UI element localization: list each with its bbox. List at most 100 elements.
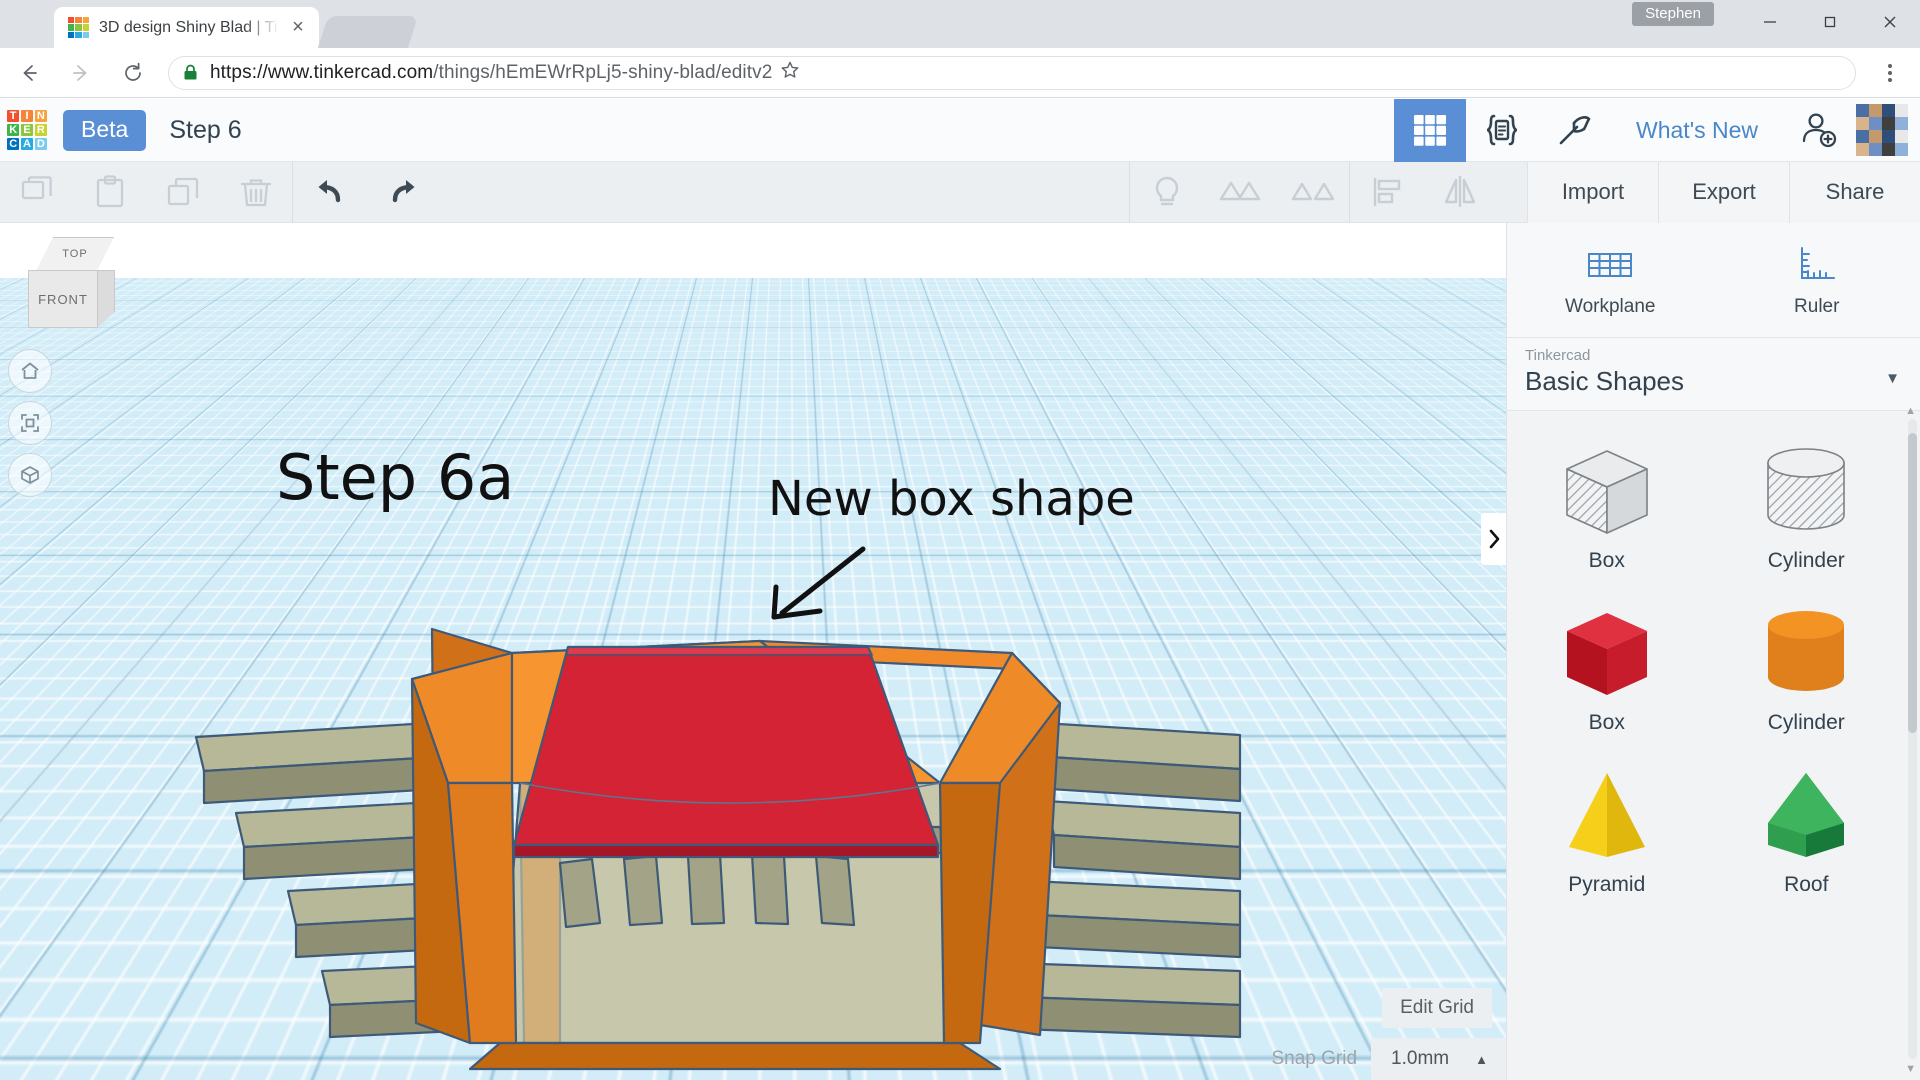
panel-collapse-tab[interactable]: [1481, 513, 1506, 565]
edit-tool-group: [0, 162, 292, 223]
logo-tile-a: A: [20, 137, 34, 150]
avatar-pixel: [1882, 130, 1895, 143]
shape-box-red[interactable]: Box: [1507, 585, 1707, 747]
group-button[interactable]: [1203, 162, 1276, 223]
undo-button[interactable]: [293, 162, 366, 223]
scrollbar-thumb[interactable]: [1908, 433, 1917, 733]
avatar[interactable]: [1852, 99, 1920, 162]
chevron-up-icon[interactable]: ▲: [1475, 1052, 1488, 1067]
app-header: TIN KER CAD Beta Step 6 What's New: [0, 98, 1920, 162]
annotation-arrow: [771, 546, 866, 620]
share-button[interactable]: Share: [1789, 161, 1920, 223]
shape-box-hole[interactable]: Box: [1507, 423, 1707, 585]
scroll-down-icon[interactable]: ▼: [1905, 1063, 1916, 1075]
roof-green-art: [1746, 765, 1866, 869]
reload-icon[interactable]: [110, 50, 156, 96]
align-tool-group: [1350, 162, 1496, 223]
shape-roof-label: Roof: [1784, 873, 1829, 896]
codeblocks-mode-button[interactable]: [1466, 99, 1538, 162]
model-3d[interactable]: [0, 223, 1506, 1080]
favicon-tile: [75, 24, 82, 31]
ruler-icon: [1800, 247, 1835, 279]
whats-new-link[interactable]: What's New: [1610, 117, 1784, 144]
align-button[interactable]: [1350, 162, 1423, 223]
view-cube[interactable]: TOP FRONT: [28, 237, 123, 329]
maximize-icon[interactable]: [1800, 0, 1860, 44]
avatar-pixel: [1856, 130, 1869, 143]
view-cube-top[interactable]: TOP: [36, 237, 114, 271]
mirror-button[interactable]: [1423, 162, 1496, 223]
shape-library-selector[interactable]: Tinkercad Basic Shapes ▼: [1507, 337, 1920, 411]
forward-icon[interactable]: [58, 50, 104, 96]
avatar-pixel: [1882, 143, 1895, 156]
ruler-tool-label: Ruler: [1794, 296, 1840, 317]
logo-tile-c: C: [7, 137, 20, 150]
annotation-new-box-label: New box shape: [768, 471, 1135, 527]
shape-pyramid[interactable]: Pyramid: [1507, 747, 1707, 909]
cylinder-orange-art: [1746, 603, 1866, 707]
shape-roof[interactable]: Roof: [1707, 747, 1907, 909]
logo-tile-t: T: [7, 110, 20, 123]
delete-button[interactable]: [219, 162, 292, 223]
design-viewport[interactable]: TOP FRONT Step 6a New box shape Edit Gri…: [0, 223, 1506, 1080]
avatar-pixel: [1869, 104, 1882, 117]
new-tab-button[interactable]: [317, 16, 419, 48]
panel-scrollbar[interactable]: ▲ ▼: [1905, 405, 1917, 1075]
tinker-mode-button[interactable]: [1538, 99, 1610, 162]
export-button[interactable]: Export: [1658, 161, 1789, 223]
add-person-icon[interactable]: [1784, 99, 1852, 162]
copy-button[interactable]: [0, 162, 73, 223]
avatar-pixel: [1856, 104, 1869, 117]
snap-grid-label: Snap Grid: [1271, 1048, 1358, 1069]
beta-badge: Beta: [63, 109, 147, 151]
view-cube-side[interactable]: [97, 270, 115, 328]
snap-grid-select[interactable]: 1.0mm ▲: [1371, 1038, 1506, 1080]
ortho-perspective-button[interactable]: [8, 453, 52, 497]
workplane-tool[interactable]: Workplane: [1507, 223, 1714, 337]
box-hole-art: [1547, 441, 1667, 545]
page-title[interactable]: Step 6: [169, 116, 241, 145]
ruler-tool[interactable]: Ruler: [1714, 223, 1920, 337]
logo-tile-k: K: [7, 123, 20, 137]
avatar-pixel: [1856, 117, 1869, 130]
tinkercad-logo[interactable]: TIN KER CAD: [7, 110, 47, 150]
minimize-icon[interactable]: [1740, 0, 1800, 44]
home-view-button[interactable]: [8, 349, 52, 393]
edit-grid-button[interactable]: Edit Grid: [1382, 988, 1492, 1028]
snap-grid-value: 1.0mm: [1391, 1048, 1450, 1069]
shape-box-red-label: Box: [1588, 711, 1625, 734]
favicon-tile: [68, 17, 75, 24]
chevron-down-icon[interactable]: ▼: [1885, 370, 1900, 387]
address-bar[interactable]: https://www.tinkercad.com/things/hEmEWrR…: [168, 55, 1856, 90]
scroll-up-icon[interactable]: ▲: [1905, 405, 1916, 417]
close-icon[interactable]: ×: [285, 15, 311, 41]
back-icon[interactable]: [6, 50, 52, 96]
editor-toolbar: Import Export Share: [0, 161, 1920, 223]
browser-menu-icon[interactable]: [1870, 63, 1910, 82]
avatar-pixel: [1869, 143, 1882, 156]
view-cube-front[interactable]: FRONT: [28, 270, 98, 328]
fit-view-button[interactable]: [8, 401, 52, 445]
view-tool-group: [1130, 162, 1349, 223]
library-owner: Tinkercad: [1525, 347, 1591, 364]
shape-cylinder-hole[interactable]: Cylinder: [1707, 423, 1907, 585]
chevron-right-icon: [1489, 529, 1499, 549]
url-path: /things/hEmEWrRpLj5-shiny-blad/editv2: [433, 61, 773, 83]
panel-tool-row: Workplane Ruler: [1507, 223, 1920, 337]
browser-tab[interactable]: 3D design Shiny Blad | Ti ×: [54, 7, 319, 48]
duplicate-button[interactable]: [146, 162, 219, 223]
shape-grid: Box Cylinder Box Cylinder Pyramid Roof: [1507, 413, 1906, 1080]
paste-button[interactable]: [73, 162, 146, 223]
shape-cylinder-orange[interactable]: Cylinder: [1707, 585, 1907, 747]
light-button[interactable]: [1130, 162, 1203, 223]
close-window-icon[interactable]: [1860, 0, 1920, 44]
redo-button[interactable]: [366, 162, 439, 223]
window-user-label[interactable]: Stephen: [1632, 2, 1714, 26]
ungroup-button[interactable]: [1276, 162, 1349, 223]
snap-grid-row: Snap Grid 1.0mm ▲: [1271, 1038, 1506, 1080]
bookmark-star-icon[interactable]: [780, 60, 800, 85]
logo-tile-n: N: [34, 110, 47, 123]
pyramid-yellow-art: [1547, 765, 1667, 869]
import-button[interactable]: Import: [1527, 161, 1658, 223]
design-mode-button[interactable]: [1394, 98, 1467, 162]
